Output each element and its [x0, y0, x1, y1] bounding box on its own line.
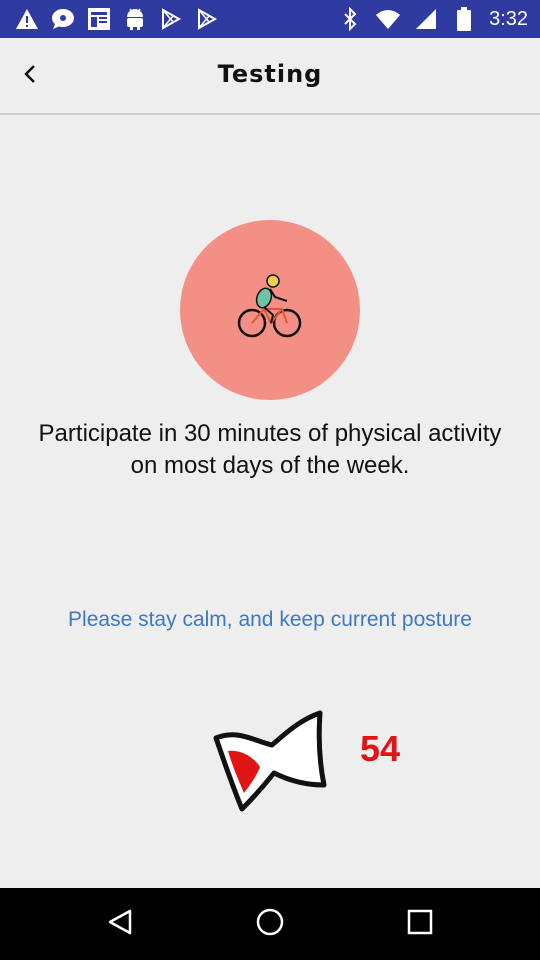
nav-back-button[interactable]	[100, 904, 140, 944]
nav-recents-button[interactable]	[400, 904, 440, 944]
back-triangle-icon	[106, 908, 134, 941]
notification-icons	[14, 6, 220, 32]
instruction-text: Please stay calm, and keep current postu…	[68, 608, 472, 631]
wifi-icon	[375, 6, 401, 32]
play-store-icon	[194, 6, 220, 32]
status-bar: 3:32	[0, 0, 540, 38]
news-icon	[86, 6, 112, 32]
battery-icon	[451, 6, 477, 32]
recents-square-icon	[407, 909, 433, 940]
activity-circle	[180, 220, 360, 400]
warning-icon	[14, 6, 40, 32]
app-bar: Testing	[0, 38, 540, 115]
chat-icon	[50, 6, 76, 32]
bluetooth-icon	[337, 6, 363, 32]
system-icons: 3:32	[337, 6, 528, 32]
android-icon	[122, 6, 148, 32]
health-tip: Participate in 30 minutes of physical ac…	[38, 420, 502, 479]
clock: 3:32	[489, 8, 528, 30]
signal-icon	[413, 6, 439, 32]
play-store-icon	[158, 6, 184, 32]
home-circle-icon	[255, 907, 285, 942]
nav-home-button[interactable]	[250, 904, 290, 944]
cyclist-icon	[237, 273, 303, 348]
page-title: Testing	[217, 60, 323, 88]
countdown-value: 54	[360, 728, 401, 769]
blood-pressure-cuff-icon	[210, 705, 330, 815]
navigation-bar	[0, 888, 540, 960]
